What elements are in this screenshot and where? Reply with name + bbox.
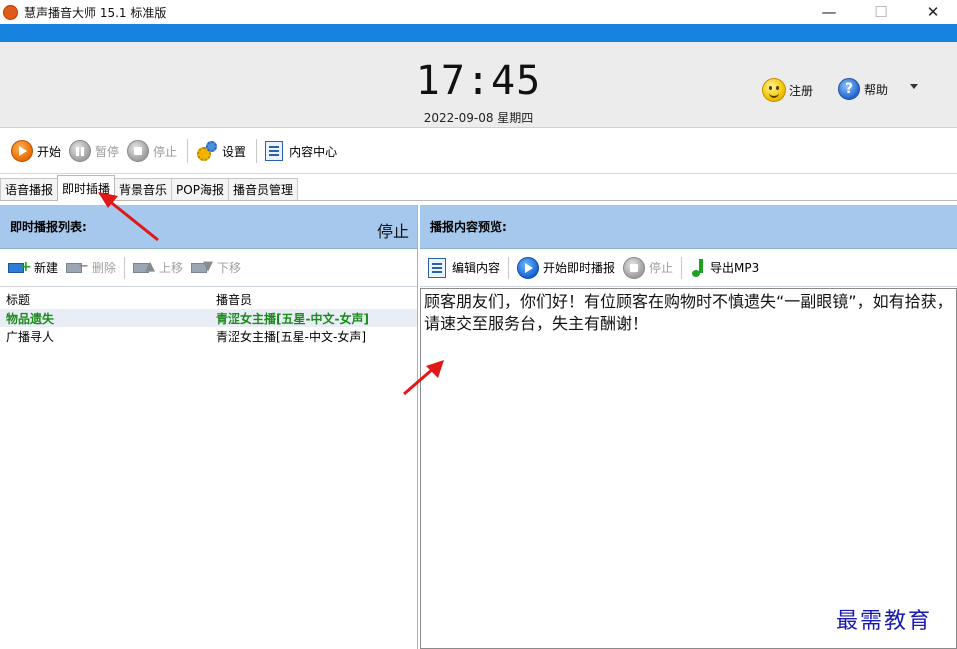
app-logo-icon	[3, 4, 18, 20]
export-mp3-button[interactable]: 导出MP3	[690, 258, 759, 278]
stop-icon	[623, 256, 646, 279]
clock-date: 2022-09-08 星期四	[423, 111, 534, 125]
play-icon	[517, 256, 540, 279]
move-down-button[interactable]: ▼ 下移	[191, 259, 241, 276]
list-panel-header: 即时播报列表: 停止	[0, 205, 417, 249]
list-heading: 即时播报列表:	[10, 220, 87, 234]
stop-icon	[127, 140, 150, 162]
document-icon	[428, 257, 446, 278]
tab-announcer-management[interactable]: 播音员管理	[227, 178, 298, 200]
pause-icon	[69, 140, 92, 162]
content-center-label: 内容中心	[289, 144, 338, 159]
delete-button[interactable]: − 删除	[66, 259, 116, 276]
list-column-headers: 标题 播音员	[0, 287, 417, 309]
help-label: 帮助	[864, 82, 889, 97]
help-button[interactable]: ? 帮助	[838, 78, 888, 100]
start-instant-label: 开始即时播报	[543, 261, 616, 275]
new-label: 新建	[34, 261, 59, 275]
move-up-label: 上移	[159, 261, 184, 275]
chevron-down-icon[interactable]	[910, 84, 918, 89]
tab-instant-insert[interactable]: 即时插播	[57, 175, 116, 201]
stop-label: 停止	[153, 144, 178, 159]
row-announcer: 青涩女主播[五星-中文-女声]	[216, 329, 367, 344]
move-up-button[interactable]: ▲ 上移	[133, 259, 183, 276]
pause-button[interactable]: 暂停	[69, 140, 119, 162]
maximize-button[interactable]: ☐	[858, 0, 904, 24]
start-button[interactable]: 开始	[11, 140, 61, 162]
stop-button[interactable]: 停止	[127, 140, 177, 162]
content-center-button[interactable]: 内容中心	[265, 141, 337, 161]
music-note-icon	[690, 258, 706, 278]
column-header-announcer[interactable]: 播音员	[210, 291, 416, 308]
clock-time: 17:45	[415, 58, 542, 104]
register-label: 注册	[789, 83, 814, 98]
toolbar-divider	[256, 139, 258, 163]
settings-button[interactable]: 设置	[196, 140, 246, 162]
toolbar-divider	[508, 256, 510, 279]
content-preview-text[interactable]: 顾客朋友们，你们好！有位顾客在购物时不慎遗失“一副眼镜”，如有拾获，请速交至服务…	[420, 288, 957, 649]
row-title: 广播寻人	[6, 329, 55, 344]
add-item-icon: +	[8, 260, 32, 276]
play-icon	[11, 140, 33, 162]
tab-voice-broadcast[interactable]: 语音播报	[0, 178, 59, 200]
gear-icon	[196, 140, 218, 162]
content-preview-panel: 播报内容预览: 编辑内容 开始即时播报 停止 导出MP3 顾客朋友们，你们好！有…	[420, 205, 957, 649]
document-icon	[265, 141, 284, 161]
accent-bar	[0, 24, 957, 42]
minimize-button[interactable]: —	[806, 0, 852, 24]
new-button[interactable]: + 新建	[8, 259, 58, 276]
close-button[interactable]: ✕	[910, 0, 956, 24]
window-title: 慧声播音大师 15.1 标准版	[24, 5, 167, 20]
tab-pop-poster[interactable]: POP海报	[171, 178, 229, 200]
main-toolbar: 开始 暂停 停止 设置 内容中心	[0, 129, 957, 174]
toolbar-divider	[187, 139, 189, 163]
start-label: 开始	[37, 144, 62, 159]
move-down-icon: ▼	[191, 259, 213, 276]
preview-heading: 播报内容预览:	[430, 220, 507, 234]
edit-content-button[interactable]: 编辑内容	[428, 257, 501, 278]
move-up-icon: ▲	[133, 259, 155, 276]
stop-broadcast-button[interactable]: 停止	[623, 256, 674, 279]
playback-status: 停止	[376, 222, 409, 241]
edit-content-label: 编辑内容	[452, 261, 501, 275]
preview-panel-header: 播报内容预览:	[420, 205, 957, 249]
watermark-text: 最需教育	[836, 609, 933, 634]
smiley-icon	[762, 78, 786, 102]
move-down-label: 下移	[217, 261, 242, 275]
toolbar-divider	[681, 256, 683, 279]
table-row[interactable]: 广播寻人 青涩女主播[五星-中文-女声]	[0, 327, 417, 345]
instant-broadcast-list-panel: 即时播报列表: 停止 + 新建 − 删除 ▲ 上移 ▼ 下移 标题 播音员 物品…	[0, 205, 418, 649]
register-button[interactable]: 注册	[762, 78, 813, 102]
list-toolbar: + 新建 − 删除 ▲ 上移 ▼ 下移	[0, 249, 417, 287]
export-mp3-label: 导出MP3	[710, 261, 760, 275]
pause-label: 暂停	[95, 144, 120, 159]
row-title: 物品遗失	[6, 311, 55, 326]
start-instant-broadcast-button[interactable]: 开始即时播报	[517, 256, 616, 279]
tab-background-music[interactable]: 背景音乐	[114, 178, 173, 200]
table-row[interactable]: 物品遗失 青涩女主播[五星-中文-女声]	[0, 309, 417, 327]
clock-header: 17:45 2022-09-08 星期四 注册 ? 帮助	[0, 42, 957, 128]
toolbar-divider	[124, 256, 126, 279]
help-question-icon: ?	[838, 78, 860, 100]
row-announcer: 青涩女主播[五星-中文-女声]	[216, 311, 369, 326]
tab-strip: 语音播报 即时插播 背景音乐 POP海报 播音员管理	[0, 175, 957, 201]
preview-toolbar: 编辑内容 开始即时播报 停止 导出MP3	[420, 249, 957, 287]
delete-item-icon: −	[66, 259, 89, 276]
column-header-title[interactable]: 标题	[0, 291, 210, 308]
stop-broadcast-label: 停止	[649, 261, 674, 275]
settings-label: 设置	[222, 144, 247, 159]
delete-label: 删除	[92, 261, 117, 275]
